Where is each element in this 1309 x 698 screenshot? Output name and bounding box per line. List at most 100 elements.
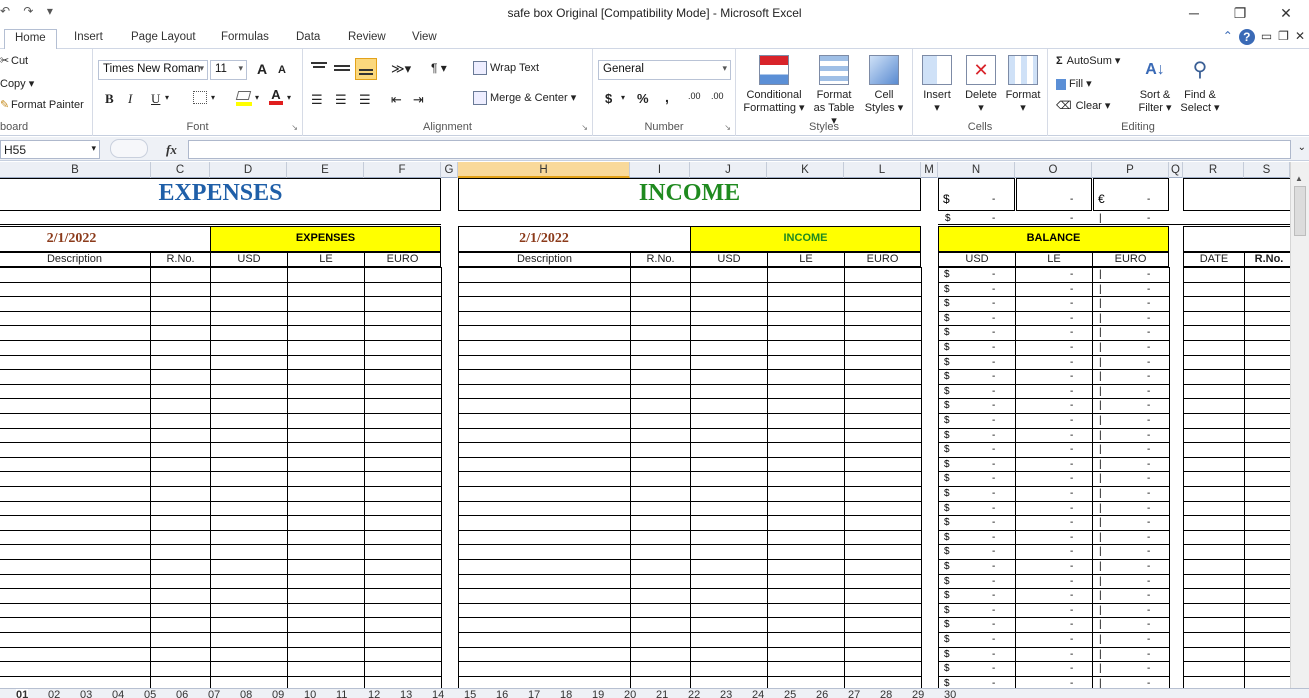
scroll-thumb[interactable] bbox=[1294, 186, 1306, 236]
sheet-tab-07[interactable]: 07 bbox=[208, 689, 220, 698]
column-header-c[interactable]: C bbox=[151, 162, 210, 178]
column-header-n[interactable]: N bbox=[938, 162, 1015, 178]
sheet-tab-19[interactable]: 19 bbox=[592, 689, 604, 698]
column-header-r[interactable]: R bbox=[1183, 162, 1244, 178]
cell-styles-button[interactable]: Cell Styles ▾ bbox=[862, 55, 906, 115]
tab-data[interactable]: Data bbox=[292, 29, 324, 49]
column-header-j[interactable]: J bbox=[690, 162, 767, 178]
delete-cells-button[interactable]: ✕ Delete ▾ bbox=[961, 55, 1001, 115]
currency-dropdown[interactable]: ▾ bbox=[621, 93, 625, 102]
tab-view[interactable]: View bbox=[408, 29, 441, 49]
column-header-i[interactable]: I bbox=[630, 162, 690, 178]
number-dialog-launcher-icon[interactable]: ↘ bbox=[724, 123, 731, 132]
decrease-decimal-button[interactable]: .00 bbox=[711, 91, 724, 101]
column-header-p[interactable]: P bbox=[1092, 162, 1169, 178]
sheet-tab-21[interactable]: 21 bbox=[656, 689, 668, 698]
find-select-button[interactable]: ⚲ Find & Select ▾ bbox=[1178, 55, 1222, 115]
minimize-button[interactable]: ─ bbox=[1171, 0, 1217, 26]
sheet-tab-02[interactable]: 02 bbox=[48, 689, 60, 698]
align-left-icon[interactable]: ☰ bbox=[311, 92, 323, 108]
sheet-tab-12[interactable]: 12 bbox=[368, 689, 380, 698]
column-header-h[interactable]: H bbox=[458, 162, 630, 178]
sheet-tab-24[interactable]: 24 bbox=[752, 689, 764, 698]
vertical-scrollbar[interactable]: ▲ bbox=[1290, 162, 1309, 688]
sheet-tab-01[interactable]: 01 bbox=[16, 689, 29, 698]
sheet-tab-29[interactable]: 29 bbox=[912, 689, 924, 698]
bold-button[interactable]: B bbox=[105, 91, 114, 107]
shrink-font-button[interactable]: A bbox=[278, 64, 286, 76]
expand-formula-bar-icon[interactable]: ⌄ bbox=[1298, 142, 1306, 153]
autosum-button[interactable]: Σ AutoSum ▾ bbox=[1056, 54, 1120, 67]
copy-button[interactable]: Copy ▾ bbox=[0, 77, 34, 90]
insert-cells-button[interactable]: Insert ▾ bbox=[917, 55, 957, 115]
decrease-indent-icon[interactable]: ⇤ bbox=[391, 92, 402, 108]
sheet-tab-18[interactable]: 18 bbox=[560, 689, 572, 698]
sheet-tab-26[interactable]: 26 bbox=[816, 689, 828, 698]
sheet-tab-10[interactable]: 10 bbox=[304, 689, 316, 698]
help-icon[interactable]: ? bbox=[1238, 29, 1255, 45]
text-direction-icon[interactable]: ¶ ▾ bbox=[431, 61, 447, 75]
sheet-tab-27[interactable]: 27 bbox=[848, 689, 860, 698]
column-header-s[interactable]: S bbox=[1244, 162, 1290, 178]
font-name-select[interactable]: Times New Roman bbox=[98, 60, 208, 80]
restore-button[interactable]: ❐ bbox=[1217, 0, 1263, 26]
align-bottom-icon[interactable] bbox=[355, 58, 377, 80]
sheet-tab-06[interactable]: 06 bbox=[176, 689, 188, 698]
workbook-close-icon[interactable]: ✕ bbox=[1295, 29, 1305, 45]
sheet-tab-30[interactable]: 30 bbox=[944, 689, 956, 698]
grow-font-button[interactable]: A bbox=[257, 61, 267, 77]
currency-button[interactable]: $ bbox=[605, 91, 612, 106]
sheet-tab-28[interactable]: 28 bbox=[880, 689, 892, 698]
format-cells-button[interactable]: Format ▾ bbox=[1003, 55, 1043, 115]
underline-button[interactable]: U bbox=[151, 91, 160, 107]
increase-indent-icon[interactable]: ⇥ bbox=[413, 92, 424, 108]
sheet-tab-05[interactable]: 05 bbox=[144, 689, 156, 698]
column-header-o[interactable]: O bbox=[1015, 162, 1092, 178]
column-header-b[interactable]: B bbox=[0, 162, 151, 178]
fill-color-icon[interactable] bbox=[235, 89, 252, 106]
font-color-icon[interactable]: A bbox=[269, 87, 283, 105]
format-painter-button[interactable]: ✎ Format Painter bbox=[0, 98, 84, 112]
align-right-icon[interactable]: ☰ bbox=[359, 92, 371, 108]
sheet-tab-04[interactable]: 04 bbox=[112, 689, 124, 698]
underline-dropdown[interactable]: ▾ bbox=[165, 93, 169, 102]
merge-center-button[interactable]: Merge & Center ▾ bbox=[473, 91, 576, 106]
scroll-up-icon[interactable]: ▲ bbox=[1295, 174, 1303, 183]
sheet-tab-22[interactable]: 22 bbox=[688, 689, 700, 698]
italic-button[interactable]: I bbox=[128, 91, 132, 107]
sheet-tab-11[interactable]: 11 bbox=[336, 689, 347, 698]
column-header-m[interactable]: M bbox=[921, 162, 938, 178]
orientation-icon[interactable]: ≫▾ bbox=[391, 61, 411, 77]
fill-button[interactable]: Fill ▾ bbox=[1056, 77, 1092, 90]
tab-insert[interactable]: Insert bbox=[70, 29, 107, 49]
tab-page-layout[interactable]: Page Layout bbox=[127, 29, 200, 49]
tab-formulas[interactable]: Formulas bbox=[217, 29, 273, 49]
number-format-select[interactable]: General bbox=[598, 60, 731, 80]
sheet-tab-13[interactable]: 13 bbox=[400, 689, 412, 698]
column-header-d[interactable]: D bbox=[210, 162, 287, 178]
align-middle-icon[interactable] bbox=[334, 61, 350, 75]
align-center-icon[interactable]: ☰ bbox=[335, 92, 347, 108]
close-button[interactable]: ✕ bbox=[1263, 0, 1309, 26]
insert-function-icon[interactable]: fx bbox=[166, 142, 177, 158]
sheet-tab-09[interactable]: 09 bbox=[272, 689, 284, 698]
sheet-tab-16[interactable]: 16 bbox=[496, 689, 508, 698]
sheet-tab-03[interactable]: 03 bbox=[80, 689, 92, 698]
column-header-g[interactable]: G bbox=[441, 162, 458, 178]
column-header-k[interactable]: K bbox=[767, 162, 844, 178]
wrap-text-button[interactable]: Wrap Text bbox=[473, 61, 539, 75]
sheet-tab-08[interactable]: 08 bbox=[240, 689, 252, 698]
align-top-icon[interactable] bbox=[311, 61, 327, 75]
sheet-tab-25[interactable]: 25 bbox=[784, 689, 796, 698]
clear-button[interactable]: ⌫ Clear ▾ bbox=[1056, 99, 1110, 112]
column-header-f[interactable]: F bbox=[364, 162, 441, 178]
percent-button[interactable]: % bbox=[637, 91, 649, 106]
column-header-l[interactable]: L bbox=[844, 162, 921, 178]
workbook-minimize-icon[interactable]: ▭ bbox=[1261, 29, 1272, 45]
worksheet[interactable]: EXPENSES INCOME $ - - € - $ - - | - 2/1/… bbox=[0, 178, 1290, 688]
font-size-select[interactable]: 11 bbox=[210, 60, 247, 80]
sheet-tab-15[interactable]: 15 bbox=[464, 689, 476, 698]
cut-button[interactable]: ✂ Cut bbox=[0, 54, 28, 68]
conditional-formatting-button[interactable]: Conditional Formatting ▾ bbox=[742, 55, 806, 115]
alignment-dialog-launcher-icon[interactable]: ↘ bbox=[581, 123, 588, 132]
